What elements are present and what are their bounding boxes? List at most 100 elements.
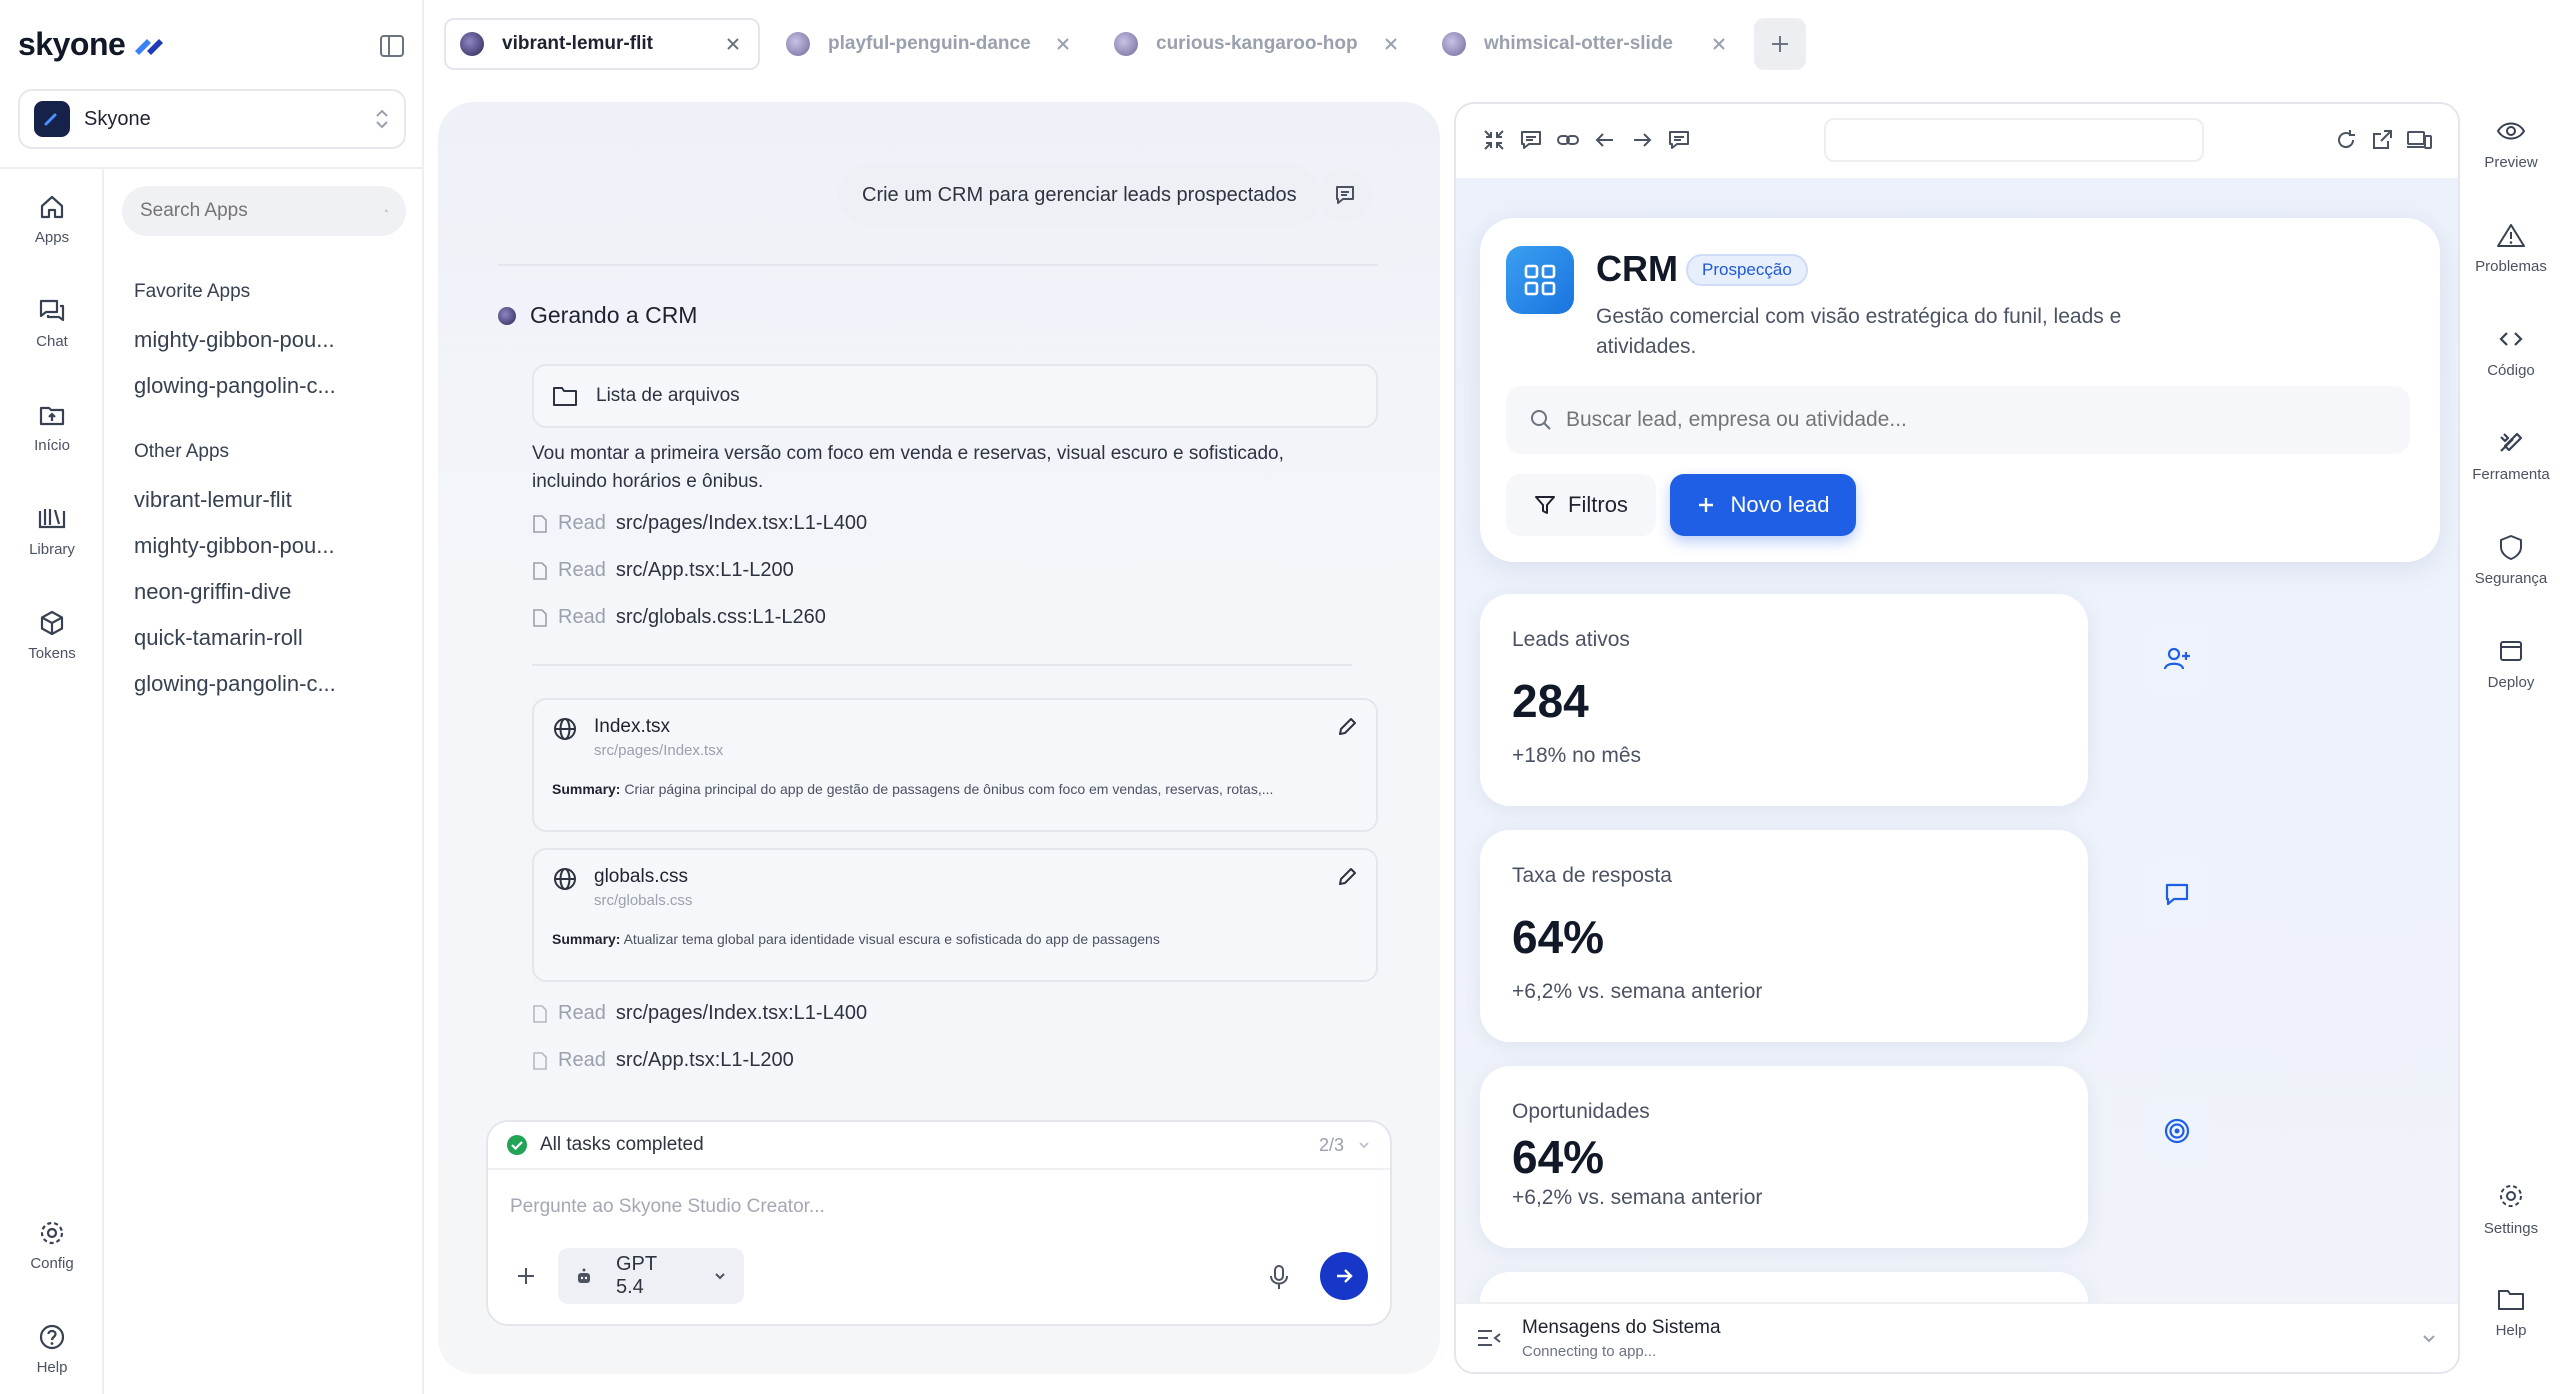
external-link-icon[interactable] (2370, 128, 2394, 152)
close-icon[interactable] (1708, 33, 1730, 55)
stat-delta: +6,2% vs. semana anterior (1512, 1186, 1763, 1209)
refresh-icon[interactable] (2334, 128, 2358, 152)
rail-item-codigo[interactable]: Código (2462, 326, 2560, 379)
right-tool-rail: Preview Problemas Código Ferramenta Segu… (2462, 102, 2560, 1374)
close-icon[interactable] (1052, 33, 1074, 55)
new-lead-button[interactable]: Novo lead (1670, 474, 1856, 536)
chevron-down-icon (1359, 1142, 1369, 1149)
read-action: Read src/App.tsx:L1-L200 (532, 1049, 794, 1072)
arrow-left-icon[interactable] (1593, 128, 1617, 152)
read-path-dir: src/ (615, 1049, 649, 1071)
read-path-file: App.tsx (648, 559, 715, 581)
close-icon[interactable] (722, 33, 744, 55)
rail-item-settings[interactable]: Settings (2462, 1182, 2560, 1237)
tab-whimsical-otter-slide[interactable]: whimsical-otter-slide (1428, 18, 1744, 70)
tab-vibrant-lemur-flit[interactable]: vibrant-lemur-flit (444, 18, 760, 70)
other-app-link[interactable]: mighty-gibbon-pou... (134, 533, 335, 559)
chat-panel: Crie um CRM para gerenciar leads prospec… (438, 102, 1440, 1374)
generating-label: Gerando a CRM (530, 302, 698, 328)
summary-text: Criar página principal do app de gestão … (624, 781, 1274, 797)
comment-icon[interactable] (1667, 128, 1691, 152)
generating-status: Gerando a CRM (498, 302, 697, 329)
crm-search-input[interactable] (1566, 408, 2386, 432)
read-action: Read src/App.tsx:L1-L200 (532, 559, 794, 582)
sidebar-toggle-icon[interactable] (378, 32, 406, 60)
home-icon (40, 195, 64, 219)
comment-icon[interactable] (1519, 128, 1543, 152)
plus-icon[interactable] (514, 1264, 538, 1288)
file-change-card[interactable]: globals.css src/globals.css Summary: Atu… (532, 848, 1378, 982)
app-avatar-icon (786, 32, 810, 56)
read-path-dir: src/pages/ (615, 512, 709, 534)
user-prompt-bubble: Crie um CRM para gerenciar leads prospec… (838, 164, 1321, 226)
read-path-file: Index.tsx (708, 1002, 789, 1024)
brand-mark-icon (135, 38, 164, 55)
rail-item-deploy[interactable]: Deploy (2462, 638, 2560, 691)
search-input[interactable] (140, 200, 385, 222)
other-app-link[interactable]: quick-tamarin-roll (134, 625, 303, 651)
send-button[interactable] (1320, 1252, 1368, 1300)
favorite-app-link[interactable]: glowing-pangolin-c... (134, 373, 336, 399)
tab-curious-kangaroo-hop[interactable]: curious-kangaroo-hop (1100, 18, 1416, 70)
stat-value: 64% (1512, 1131, 1605, 1183)
rail-item-inicio[interactable]: Início (0, 401, 104, 454)
file-list-button[interactable]: Lista de arquivos (532, 364, 1378, 428)
tab-playful-penguin-dance[interactable]: playful-penguin-dance (772, 18, 1088, 70)
read-action: Read src/globals.css:L1-L260 (532, 606, 826, 629)
read-action: Read src/pages/Index.tsx:L1-L400 (532, 1002, 867, 1025)
rail-item-chat[interactable]: Chat (0, 297, 104, 350)
tasks-status[interactable]: All tasks completed 2/3 (488, 1122, 1390, 1170)
library-icon (38, 509, 66, 529)
other-app-link[interactable]: glowing-pangolin-c... (134, 671, 336, 697)
pencil-icon[interactable] (1336, 716, 1358, 738)
search-icon (385, 209, 388, 213)
system-messages-bar[interactable]: Mensagens do Sistema Connecting to app..… (1456, 1302, 2458, 1372)
rail-label: Segurança (2474, 570, 2548, 587)
rail-item-help[interactable]: Help (2462, 1286, 2560, 1339)
url-bar[interactable] (1824, 118, 2204, 162)
close-icon[interactable] (1380, 33, 1402, 55)
rail-item-help[interactable]: Help (0, 1323, 104, 1376)
minimize-icon[interactable] (1482, 128, 1506, 152)
file-icon (533, 1051, 547, 1070)
devices-icon[interactable] (2406, 128, 2432, 152)
rail-item-config[interactable]: Config (0, 1219, 104, 1272)
system-messages-status: Connecting to app... (1522, 1342, 1657, 1360)
stat-delta: +18% no mês (1512, 744, 1641, 767)
rail-label: Apps (34, 229, 70, 246)
search-apps[interactable] (122, 186, 406, 236)
filters-button[interactable]: Filtros (1506, 474, 1656, 536)
crm-search[interactable] (1506, 386, 2410, 454)
stat-label: Leads ativos (1512, 628, 1630, 651)
chat-input[interactable]: Pergunte ao Skyone Studio Creator... (510, 1196, 825, 1218)
arrow-right-icon[interactable] (1630, 128, 1654, 152)
other-app-link[interactable]: vibrant-lemur-flit (134, 487, 292, 513)
brand-logo[interactable]: skyone (18, 26, 167, 63)
stat-card-leads: Leads ativos 284 +18% no mês (1480, 594, 2210, 806)
chevron-down-icon (715, 1273, 725, 1280)
rail-item-preview[interactable]: Preview (2462, 118, 2560, 171)
rail-item-tokens[interactable]: Tokens (0, 609, 104, 662)
stat-value: 284 (1512, 675, 1589, 727)
rail-item-apps[interactable]: Apps (0, 193, 104, 246)
workspace-selector[interactable]: Skyone (18, 89, 406, 149)
rail-item-problemas[interactable]: Problemas (2462, 222, 2560, 275)
model-selector[interactable]: GPT 5.4 (558, 1248, 744, 1304)
new-tab-button[interactable] (1754, 18, 1806, 70)
chevron-updown-icon (376, 109, 388, 129)
link-icon[interactable] (1556, 128, 1580, 152)
prompt-comment-button[interactable] (1318, 168, 1372, 222)
file-change-card[interactable]: Index.tsx src/pages/Index.tsx Summary: C… (532, 698, 1378, 832)
rail-item-library[interactable]: Library (0, 505, 104, 558)
microphone-icon[interactable] (1268, 1264, 1290, 1290)
favorite-app-link[interactable]: mighty-gibbon-pou... (134, 327, 335, 353)
file-icon (533, 608, 547, 627)
app-avatar-icon (498, 306, 516, 325)
rail-label: Problemas (2475, 258, 2547, 275)
app-avatar-icon (1442, 32, 1466, 56)
rail-item-seguranca[interactable]: Segurança (2462, 534, 2560, 587)
rail-item-ferramenta[interactable]: Ferramenta (2462, 430, 2560, 483)
other-app-link[interactable]: neon-griffin-dive (134, 579, 291, 605)
comment-icon (1336, 186, 1354, 204)
pencil-icon[interactable] (1336, 866, 1358, 888)
